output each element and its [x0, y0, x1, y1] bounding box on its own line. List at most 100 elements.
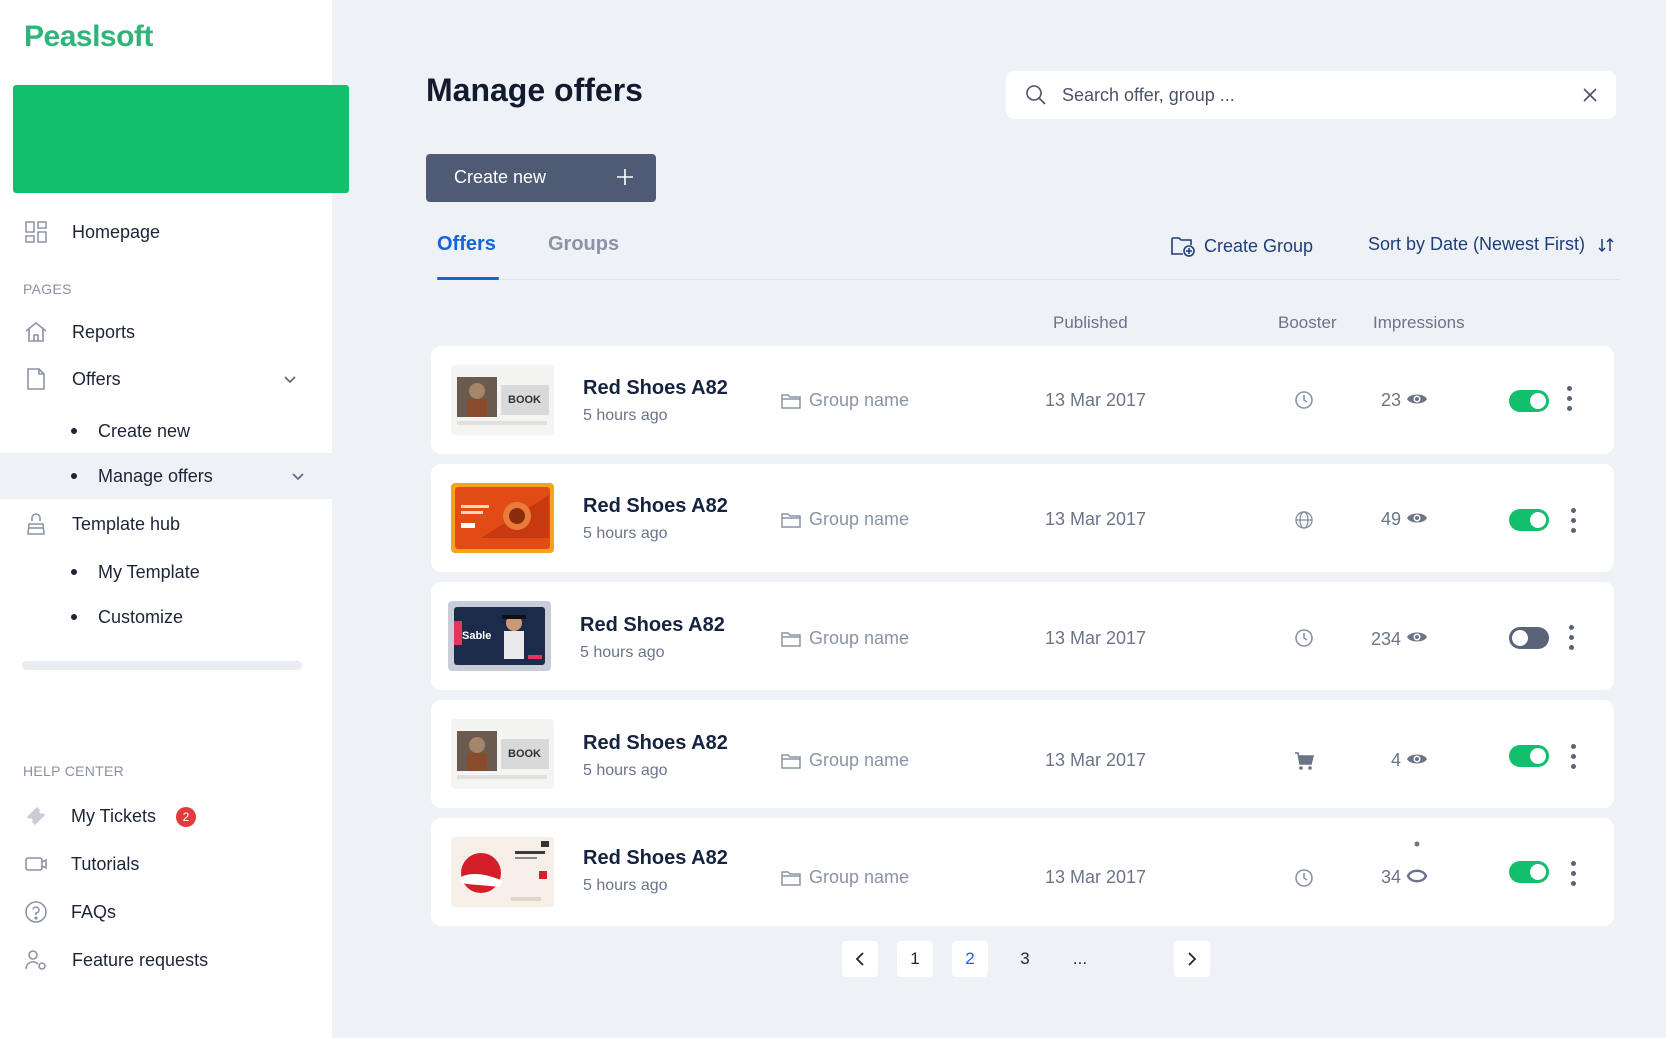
- offer-title[interactable]: Red Shoes A82: [580, 614, 725, 637]
- pagination-page-current[interactable]: 2: [952, 941, 988, 977]
- video-icon: [24, 852, 48, 876]
- search-input[interactable]: [1062, 71, 1562, 119]
- brand-logo[interactable]: Peaslsoft: [24, 20, 153, 54]
- offer-title[interactable]: Red Shoes A82: [583, 847, 728, 870]
- pagination-page[interactable]: 1: [897, 941, 933, 977]
- tickets-count-badge: 2: [176, 807, 196, 827]
- offer-group-label: Group name: [809, 390, 910, 410]
- offer-thumbnail[interactable]: BOOK: [451, 365, 554, 435]
- toggle-knob: [1530, 393, 1546, 409]
- sidebar-subitem-manage-offers[interactable]: Manage offers: [0, 453, 332, 499]
- sidebar-item-template-hub[interactable]: Template hub: [0, 502, 332, 546]
- more-options-icon[interactable]: [1567, 861, 1579, 889]
- ticket-icon: [24, 804, 48, 828]
- offer-group[interactable]: Group name: [781, 750, 909, 771]
- offer-thumbnail[interactable]: BOOK: [451, 719, 554, 789]
- thumb-text: BOOK: [508, 748, 541, 760]
- offer-impressions: 34: [1380, 867, 1401, 887]
- offer-impressions: 234: [1370, 629, 1401, 649]
- more-options-icon[interactable]: [1567, 508, 1579, 536]
- tab-offers[interactable]: Offers: [437, 233, 496, 256]
- promo-banner[interactable]: [13, 85, 349, 193]
- offer-group[interactable]: Group name: [781, 390, 909, 411]
- sidebar-item-tutorials[interactable]: Tutorials: [0, 842, 332, 886]
- bullet-icon: [71, 473, 77, 479]
- offer-published-date: 13 Mar 2017: [1045, 509, 1147, 529]
- dashboard-icon: [24, 220, 48, 244]
- folder-icon: [781, 631, 801, 647]
- sidebar-scrollbar[interactable]: [22, 661, 302, 670]
- pages-section-title: PAGES: [23, 281, 72, 297]
- sidebar-item-reports[interactable]: Reports: [0, 310, 332, 354]
- offer-group[interactable]: Group name: [781, 867, 909, 888]
- sort-dropdown[interactable]: Sort by Date (Newest First): [1368, 234, 1615, 255]
- offer-active-toggle[interactable]: [1509, 861, 1549, 883]
- sidebar-item-my-tickets[interactable]: My Tickets: [0, 794, 332, 838]
- pagination-page[interactable]: 3: [1007, 941, 1043, 977]
- sidebar-item-feature-requests[interactable]: Feature requests: [0, 938, 332, 982]
- toggle-knob: [1530, 864, 1546, 880]
- sidebar-item-label: Reports: [72, 321, 136, 342]
- sidebar-item-faqs[interactable]: FAQs: [0, 890, 332, 934]
- cart-icon: [1295, 752, 1315, 770]
- offer-title[interactable]: Red Shoes A82: [583, 377, 728, 400]
- offer-thumbnail[interactable]: Sable: [448, 601, 551, 671]
- sidebar-subitem-customize[interactable]: Customize: [0, 594, 332, 640]
- offer-active-toggle[interactable]: [1509, 627, 1549, 649]
- offer-time: 5 hours ago: [580, 644, 665, 661]
- chevron-right-icon: [1188, 952, 1197, 966]
- sidebar-subitem-create-new[interactable]: Create new: [0, 408, 332, 454]
- offer-row[interactable]: BOOK Red Shoes A82 5 hours ago Group nam…: [431, 346, 1614, 454]
- sidebar-subitem-my-template[interactable]: My Template: [0, 549, 332, 595]
- offer-row[interactable]: Sable Red Shoes A82 5 hours ago Group na…: [431, 582, 1614, 690]
- sidebar-subitem-label: Customize: [98, 606, 184, 627]
- help-center-section-title: HELP CENTER: [23, 763, 125, 779]
- clock-icon: [1295, 869, 1313, 887]
- offer-active-toggle[interactable]: [1509, 509, 1549, 531]
- page-title: Manage offers: [426, 72, 643, 108]
- pagination-prev-button[interactable]: [842, 941, 878, 977]
- offer-thumbnail[interactable]: [451, 483, 554, 553]
- offer-thumbnail[interactable]: [451, 837, 554, 907]
- pagination-ellipsis: ...: [1072, 949, 1088, 968]
- offer-title[interactable]: Red Shoes A82: [583, 732, 728, 755]
- folder-add-icon: [1171, 237, 1195, 257]
- offer-active-toggle[interactable]: [1509, 745, 1549, 767]
- eye-outline-icon: [1406, 841, 1428, 883]
- tab-groups[interactable]: Groups: [548, 233, 619, 256]
- sidebar-subitem-label: Create new: [98, 420, 191, 441]
- offer-active-toggle[interactable]: [1509, 390, 1549, 412]
- thumb-text: BOOK: [508, 394, 541, 406]
- chevron-down-icon[interactable]: [290, 468, 306, 484]
- eye-icon: [1407, 513, 1427, 523]
- column-header-impressions: Impressions: [1373, 313, 1465, 332]
- create-group-button[interactable]: Create Group: [1170, 234, 1313, 258]
- sidebar-subitem-label: My Template: [98, 561, 200, 582]
- pagination-next-button[interactable]: [1174, 941, 1210, 977]
- toggle-knob: [1530, 748, 1546, 764]
- home-icon: [24, 320, 48, 344]
- offer-group-label: Group name: [809, 509, 910, 529]
- sidebar-item-homepage[interactable]: Homepage: [0, 210, 332, 254]
- plus-icon: [617, 169, 633, 185]
- search-box: [1006, 71, 1616, 119]
- thumb-text: Sable: [462, 630, 491, 642]
- globe-icon: [1295, 511, 1313, 529]
- offer-row[interactable]: Red Shoes A82 5 hours ago Group name 13 …: [431, 818, 1614, 926]
- create-new-button[interactable]: Create new: [426, 154, 656, 202]
- offer-impressions: 49: [1380, 509, 1401, 529]
- toggle-knob: [1512, 630, 1528, 646]
- sidebar-item-offers[interactable]: Offers: [0, 357, 332, 401]
- offer-group[interactable]: Group name: [781, 628, 909, 649]
- more-options-icon[interactable]: [1567, 744, 1579, 772]
- offer-group[interactable]: Group name: [781, 509, 909, 530]
- more-options-icon[interactable]: [1565, 625, 1577, 653]
- offer-title[interactable]: Red Shoes A82: [583, 495, 728, 518]
- offer-row[interactable]: BOOK Red Shoes A82 5 hours ago Group nam…: [431, 700, 1614, 808]
- close-icon[interactable]: [1580, 85, 1600, 105]
- sidebar-subitem-label: Manage offers: [98, 465, 213, 486]
- more-options-icon[interactable]: [1563, 386, 1575, 414]
- chevron-down-icon[interactable]: [282, 371, 298, 387]
- offer-row[interactable]: Red Shoes A82 5 hours ago Group name 13 …: [431, 464, 1614, 572]
- clock-icon: [1295, 629, 1313, 647]
